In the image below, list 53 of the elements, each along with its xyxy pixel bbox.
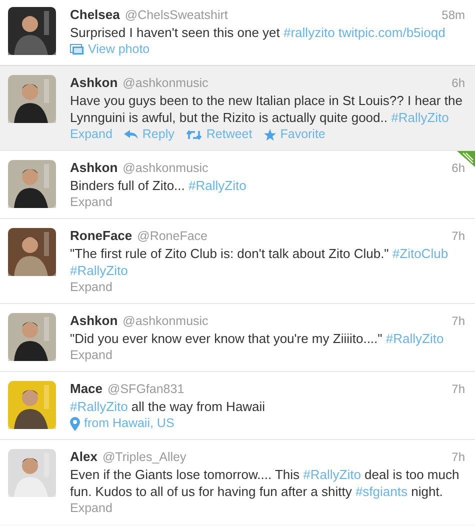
user-handle[interactable]: @Triples_Alley [102, 449, 186, 466]
tweet-text: Binders full of Zito... #RallyZito [70, 177, 248, 194]
location-link[interactable]: from Hawaii, US [70, 415, 174, 432]
tweet-text: Surprised I haven't seen this one yet #rallyzito twitpic.com/b5ioqd [70, 24, 446, 41]
user-name[interactable]: Chelsea [70, 6, 120, 23]
user-name[interactable]: Ashkon [70, 159, 118, 176]
expand-link[interactable]: Expand [70, 126, 112, 143]
photo-icon [70, 44, 84, 55]
user-handle[interactable]: @RoneFace [137, 228, 208, 245]
timestamp[interactable]: 7h [452, 449, 465, 466]
hashtag-link[interactable]: #rallyzito [284, 25, 338, 40]
hashtag-link[interactable]: #RallyZito [70, 399, 128, 414]
user-name[interactable]: Ashkon [70, 312, 118, 329]
hashtag-link[interactable]: #RallyZito [188, 178, 246, 193]
expand-link[interactable]: Expand [70, 279, 112, 296]
reply-button[interactable]: Reply [124, 126, 174, 143]
timestamp[interactable]: 6h [452, 75, 465, 92]
user-handle[interactable]: @ashkonmusic [122, 75, 208, 92]
timestamp[interactable]: 7h [452, 381, 465, 398]
user-name[interactable]: Mace [70, 380, 103, 397]
user-name[interactable]: RoneFace [70, 227, 132, 244]
hashtag-link[interactable]: #RallyZito [386, 331, 444, 346]
retweet-icon [186, 130, 202, 140]
favorite-button[interactable]: Favorite [264, 126, 326, 143]
timestamp[interactable]: 58m [442, 7, 465, 24]
user-handle[interactable]: @ChelsSweatshirt [124, 7, 228, 24]
timestamp[interactable]: 7h [452, 313, 465, 330]
tweet-text: Even if the Giants lose tomorrow.... This #RallyZito deal is too much fun. Kudos to all of us for having fun after a shitty #sfgiants night. [70, 466, 460, 500]
expand-link[interactable]: Expand [70, 347, 112, 364]
hashtag-link[interactable]: #ZitoClub [392, 246, 448, 261]
view-photo-link[interactable]: View photo [70, 41, 150, 58]
hashtag-link[interactable]: #sfgiants [355, 484, 408, 499]
retweet-button[interactable]: Retweet [186, 126, 252, 143]
star-icon [264, 128, 276, 140]
hashtag-link[interactable]: #RallyZito [391, 110, 449, 125]
map-pin-icon [70, 416, 80, 430]
tweet-text: "The first rule of Zito Club is: don't talk about Zito Club." #ZitoClub #RallyZito [70, 245, 450, 279]
expand-link[interactable]: Expand [70, 500, 112, 517]
user-handle[interactable]: @ashkonmusic [122, 160, 208, 177]
user-name[interactable]: Ashkon [70, 74, 118, 91]
hashtag-link[interactable]: #RallyZito [70, 263, 128, 278]
user-name[interactable]: Alex [70, 448, 98, 465]
tweet-text: #RallyZito all the way from Hawaii [70, 398, 266, 415]
tweet-text: "Did you ever know ever know that you're my Ziiiito...." #RallyZito [70, 330, 445, 347]
timestamp[interactable]: 6h [452, 160, 465, 177]
reply-icon [124, 130, 138, 140]
hashtag-link[interactable]: #RallyZito [303, 467, 361, 482]
timestamp[interactable]: 7h [452, 228, 465, 245]
expand-link[interactable]: Expand [70, 194, 112, 211]
hashtag-link[interactable]: twitpic.com/b5ioqd [338, 25, 446, 40]
tweet-text: Have you guys been to the new Italian place in St Louis?? I hear the Lynnguini is awful, but the Rizito is actually quite good.. #RallyZito [70, 92, 464, 126]
user-handle[interactable]: @ashkonmusic [122, 313, 208, 330]
user-handle[interactable]: @SFGfan831 [108, 381, 184, 398]
